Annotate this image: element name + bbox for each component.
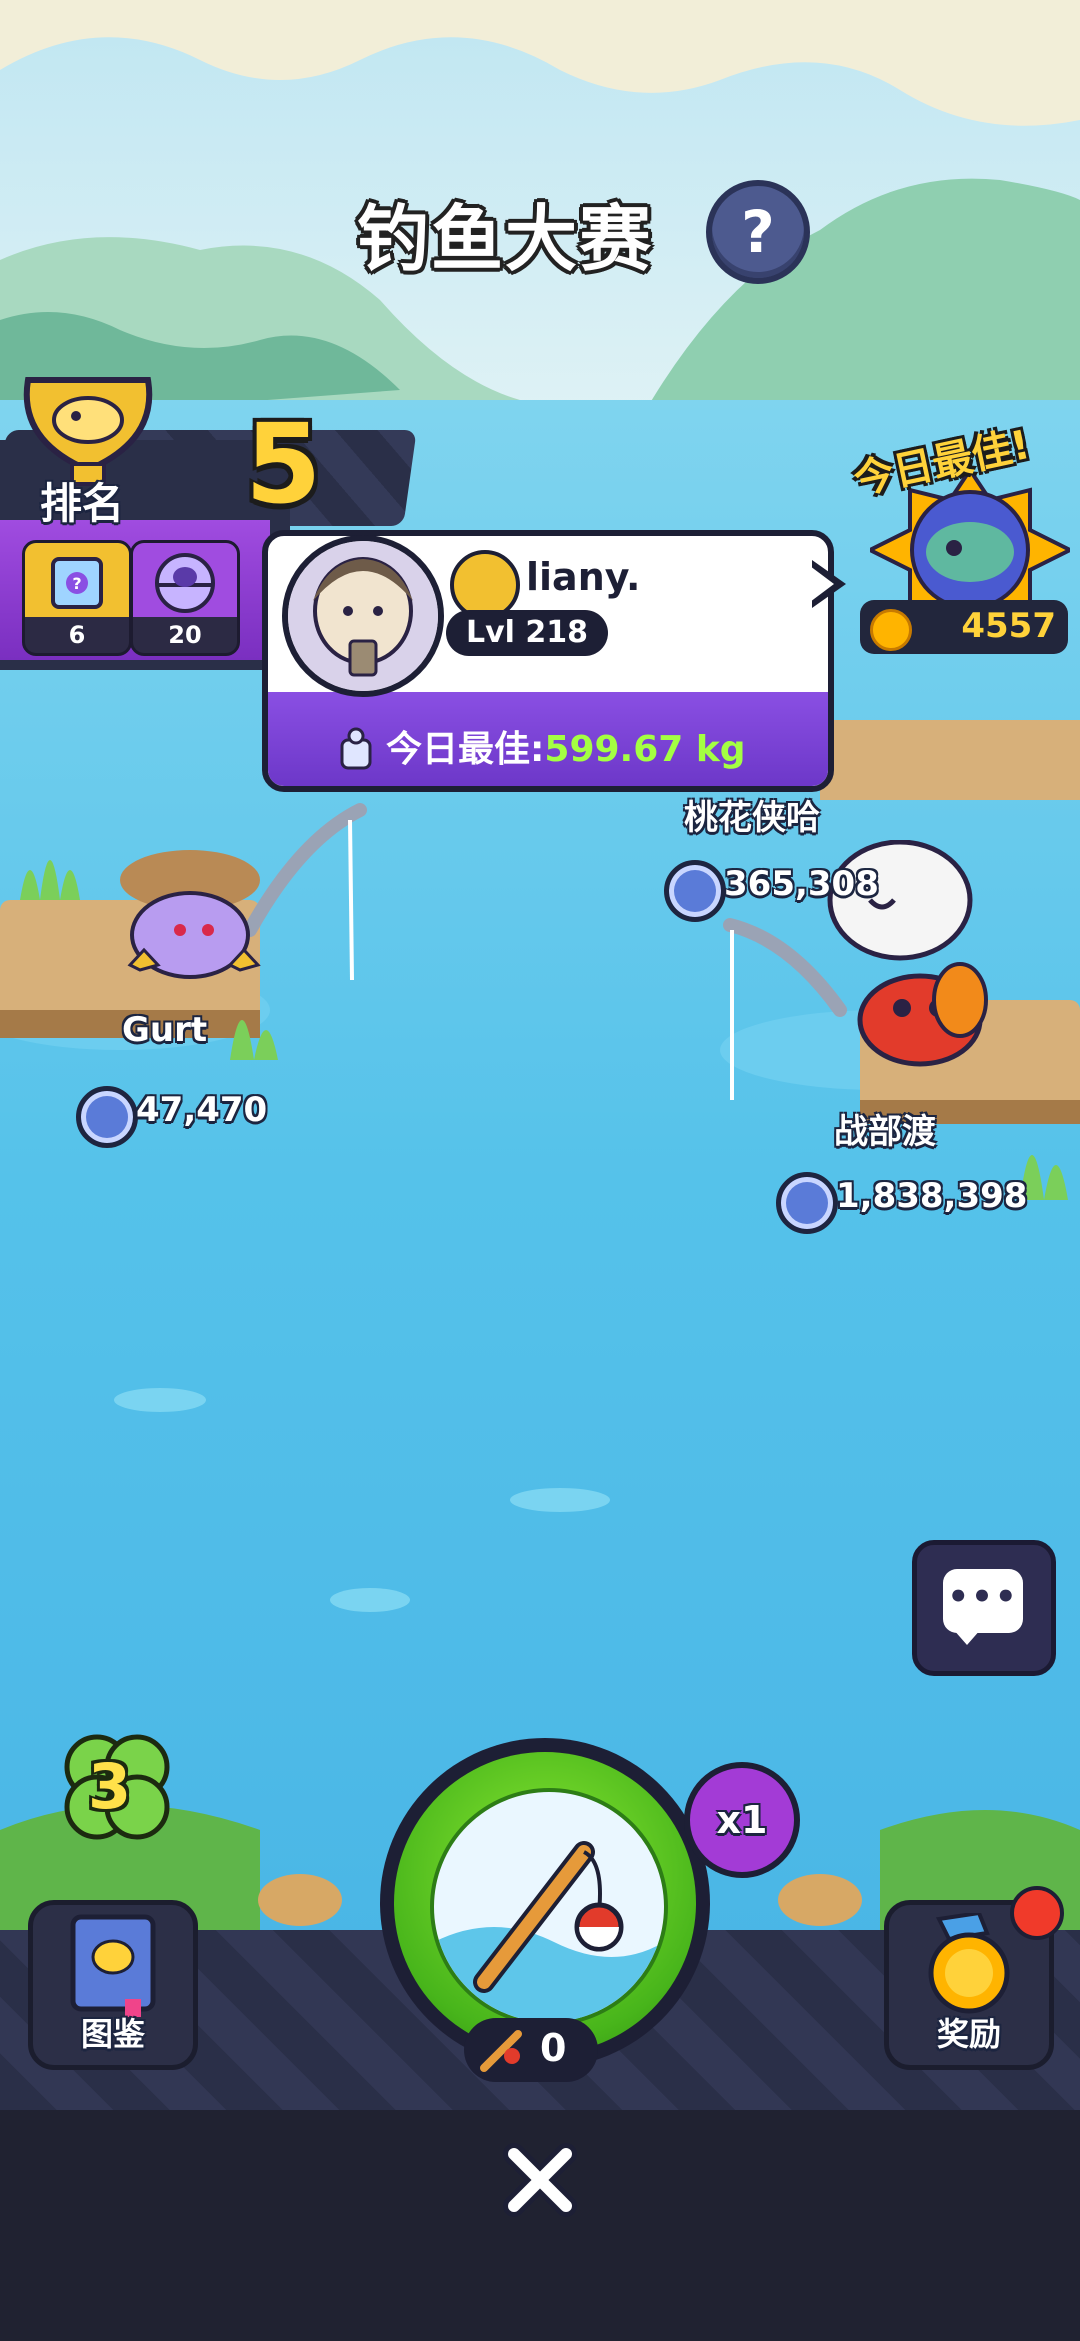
cast-button-face[interactable] <box>430 1788 668 2026</box>
player-name: Gurt <box>122 1010 208 1050</box>
rewards-label: 奖励 <box>936 2015 1001 2053</box>
player-name: 桃花侠哈 <box>684 798 820 838</box>
gurt-character[interactable] <box>110 870 270 990</box>
item-slot[interactable]: 20 <box>130 540 240 656</box>
book-icon <box>70 1914 156 2017</box>
card-pointer-fill <box>810 566 834 602</box>
collection-button[interactable]: 图鉴 <box>28 1900 198 2070</box>
capsule-icon <box>155 553 215 613</box>
username: liany. <box>526 555 641 599</box>
coin-icon <box>870 609 912 651</box>
avatar[interactable] <box>282 535 444 697</box>
chat-button[interactable]: ••• <box>912 1540 1056 1676</box>
mystery-box-icon: ? <box>51 557 103 609</box>
medal-icon <box>928 1913 1010 2014</box>
bait-count: 0 <box>540 2026 567 2070</box>
clover-count: 3 <box>88 1750 132 1823</box>
fish-coin-icon <box>76 1086 138 1148</box>
page-title: 钓鱼大赛 <box>356 197 653 281</box>
close-icon[interactable] <box>500 2140 580 2220</box>
best-catch-value: 599.67 kg <box>544 729 746 770</box>
chat-dots: ••• <box>947 1577 1019 1617</box>
rank-label: 排名 <box>40 479 125 528</box>
player-score: 47,470 <box>136 1090 268 1130</box>
fishing-rod-icon <box>434 1841 664 2022</box>
rod-icon <box>480 2030 522 2072</box>
item-slot[interactable]: ? 6 <box>22 540 132 656</box>
game-scene: 钓鱼大赛 ? 排名 5 ? 6 20 liany. Lvl 218 今日最佳:5… <box>0 0 1080 2341</box>
multiplier-button[interactable]: x1 <box>684 1762 800 1878</box>
player-name: 战部渡 <box>834 1112 936 1152</box>
notification-badge <box>1010 1886 1064 1940</box>
help-button[interactable]: ? <box>706 180 810 284</box>
collection-label: 图鉴 <box>80 2015 145 2053</box>
fish-coin-icon <box>664 860 726 922</box>
best-catch: 今日最佳:599.67 kg <box>386 720 746 772</box>
player-score: 1,838,398 <box>836 1176 1028 1216</box>
svg-text:?: ? <box>72 574 81 593</box>
rank-number: 5 <box>245 400 322 528</box>
weight-icon <box>336 726 376 772</box>
best-catch-label: 今日最佳: <box>386 729 545 770</box>
item-count: 6 <box>68 621 86 649</box>
item-count: 20 <box>168 621 202 649</box>
avatar-image <box>288 541 438 691</box>
player-level: Lvl 218 <box>446 610 609 656</box>
coin-counter: 4557 <box>860 600 1068 654</box>
question-icon: ? <box>741 198 775 266</box>
chat-icon-tail <box>953 1629 981 1645</box>
fish-coin-icon <box>776 1172 838 1234</box>
coin-value: 4557 <box>961 606 1056 646</box>
player-score: 365,308 <box>724 864 879 904</box>
bait-counter: 0 <box>464 2018 598 2082</box>
